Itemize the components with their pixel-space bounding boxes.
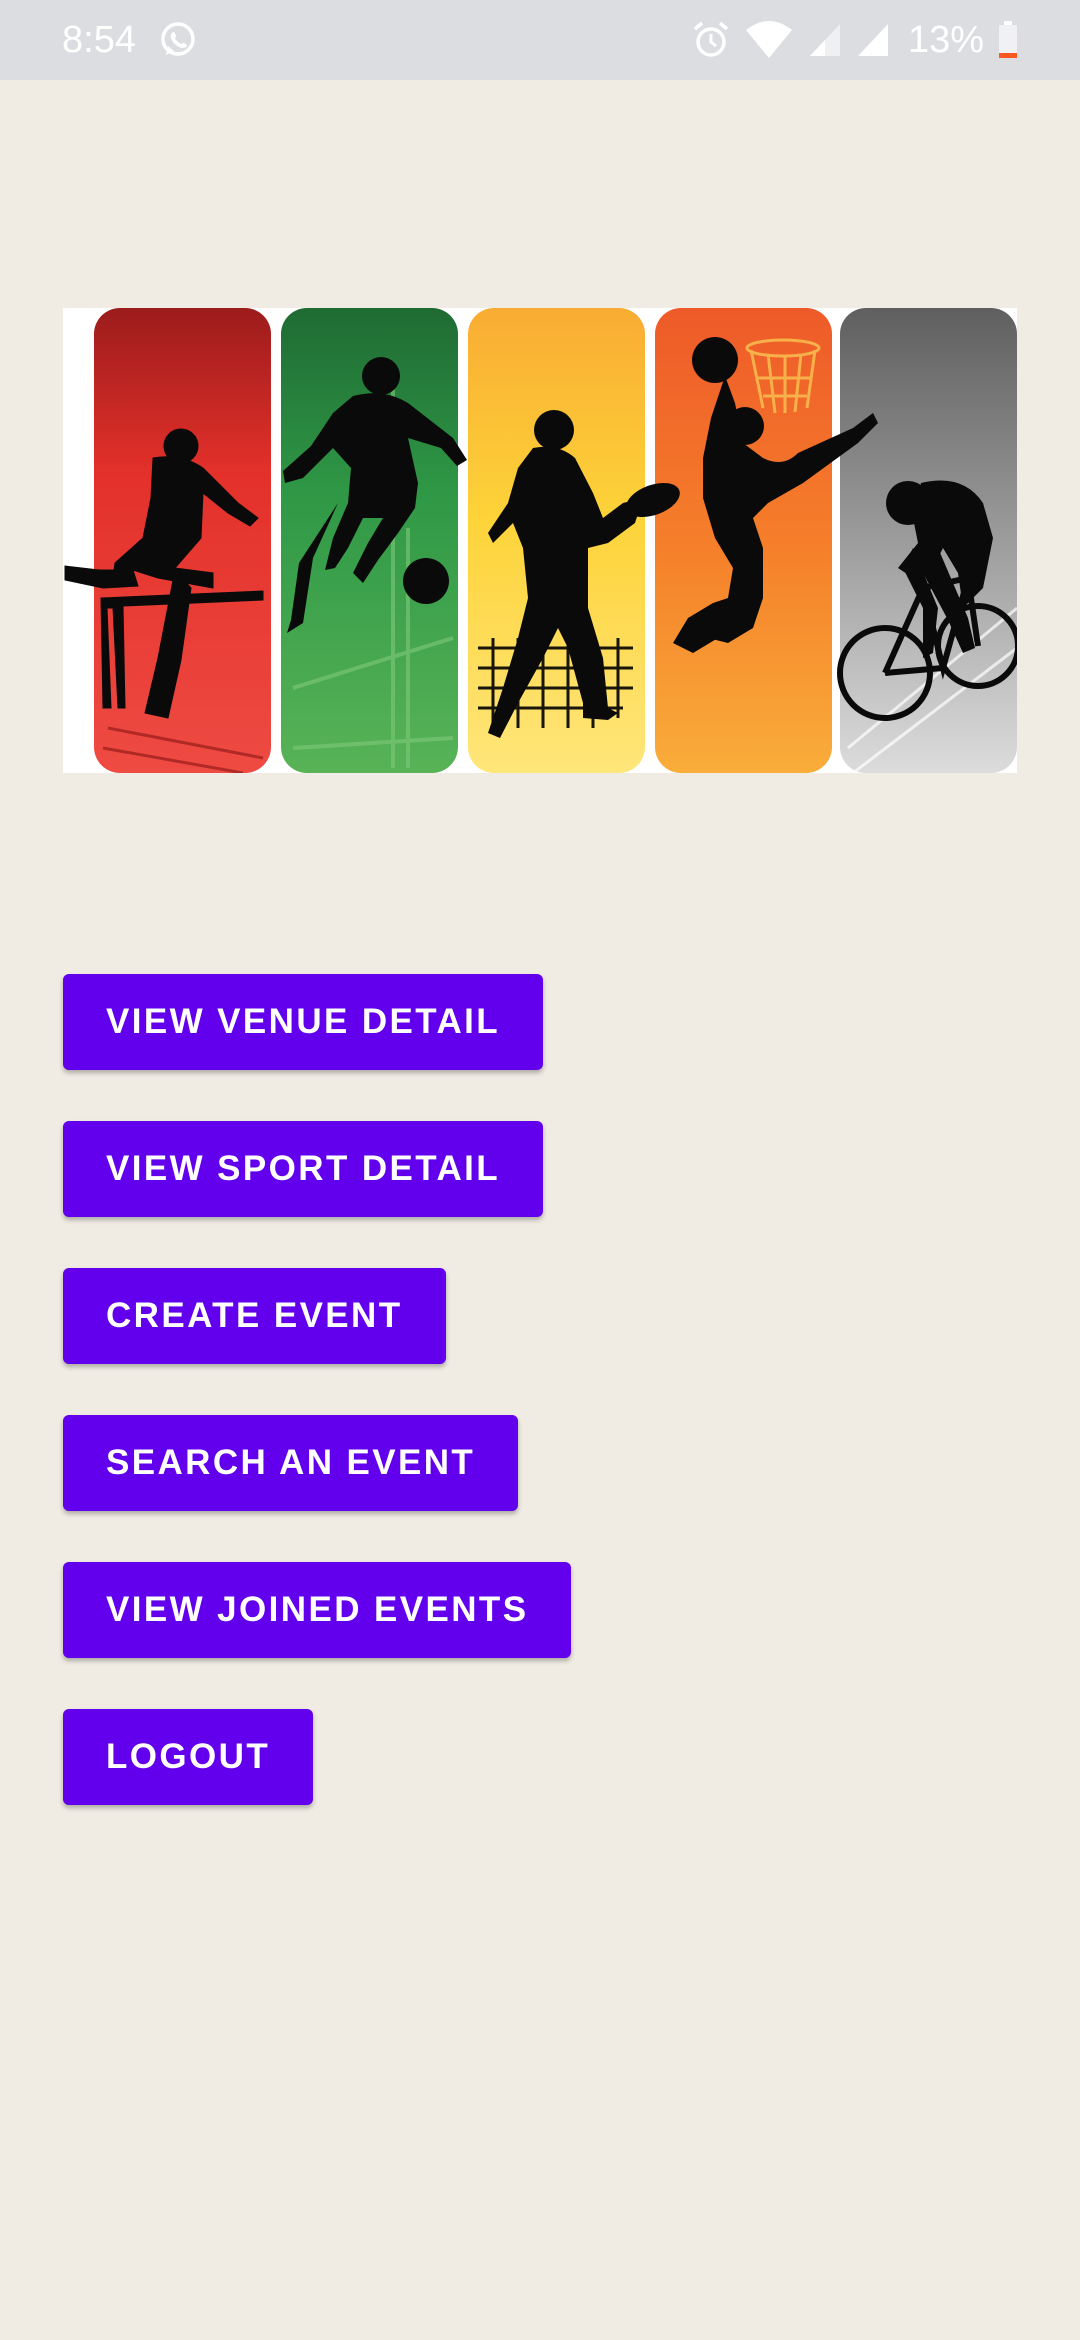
signal-icon <box>809 24 840 56</box>
status-bar: 8:54 13% <box>0 0 1080 80</box>
search-an-event-button[interactable]: SEARCH AN EVENT <box>63 1415 519 1511</box>
battery-icon <box>999 21 1017 58</box>
view-sport-detail-button[interactable]: VIEW SPORT DETAIL <box>63 1121 544 1217</box>
wifi-icon <box>745 21 792 58</box>
sports-silhouettes-illustration <box>64 308 1017 773</box>
view-venue-detail-button[interactable]: VIEW VENUE DETAIL <box>63 974 544 1070</box>
alarm-icon <box>693 21 729 57</box>
create-event-button[interactable]: CREATE EVENT <box>63 1268 446 1364</box>
sports-banner-image <box>63 308 1017 773</box>
logout-button[interactable]: LOGOUT <box>63 1709 314 1805</box>
main-menu: VIEW VENUE DETAIL VIEW SPORT DETAIL CREA… <box>63 974 572 1856</box>
status-icons: 13% <box>678 16 1018 64</box>
whatsapp-icon <box>161 22 195 56</box>
battery-percent: 13% <box>907 19 984 61</box>
view-joined-events-button[interactable]: VIEW JOINED EVENTS <box>63 1562 572 1658</box>
signal-icon <box>857 24 888 56</box>
status-time: 8:54 <box>62 19 136 61</box>
